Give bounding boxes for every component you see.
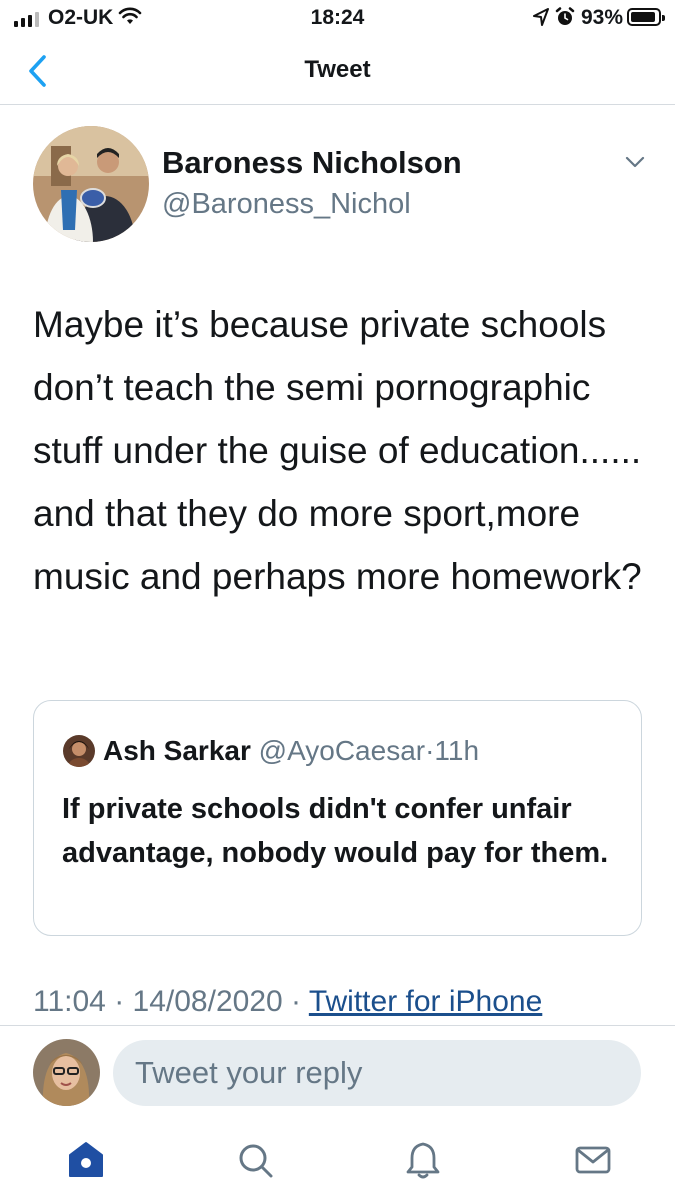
chevron-down-icon[interactable] <box>624 154 646 170</box>
battery-percent: 93% <box>581 6 624 29</box>
quoted-author-avatar <box>63 735 95 767</box>
page-title: Tweet <box>304 56 371 83</box>
reply-input[interactable] <box>113 1040 641 1106</box>
notifications-icon[interactable] <box>403 1140 443 1180</box>
tab-bar <box>0 1130 675 1200</box>
tweet-text: Maybe it’s because private schools don’t… <box>33 304 642 597</box>
messages-icon[interactable] <box>573 1140 613 1180</box>
quoted-tweet-text: If private schools didn't confer unfair … <box>62 793 609 869</box>
home-icon[interactable] <box>66 1140 106 1180</box>
quoted-tweet-age: 11h <box>434 735 480 766</box>
author-avatar[interactable] <box>33 126 149 242</box>
quoted-tweet[interactable]: Ash Sarkar @AyoCaesar·11h If private sch… <box>33 700 642 936</box>
quoted-tweet-header: Ash Sarkar @AyoCaesar·11h <box>103 735 479 767</box>
tweet-time: 11:04 <box>33 985 106 1018</box>
navigation-bar: Tweet <box>0 36 675 105</box>
status-bar: O2-UK 18:24 93% <box>0 0 675 36</box>
alarm-clock-icon <box>555 7 575 25</box>
user-avatar[interactable] <box>33 1039 100 1106</box>
battery-icon <box>627 8 665 26</box>
tweet-date: 14/08/2020 <box>132 985 283 1018</box>
search-icon[interactable] <box>235 1140 275 1180</box>
author-name[interactable]: Baroness Nicholson <box>162 145 462 181</box>
tweet-source-link[interactable]: Twitter for iPhone <box>309 985 542 1018</box>
meta-separator: · <box>291 985 302 1018</box>
meta-separator: · <box>114 985 125 1018</box>
quoted-author-handle: @AyoCaesar <box>258 735 426 766</box>
quoted-author-name: Ash Sarkar <box>103 735 251 766</box>
tweet-meta: 11:04 · 14/08/2020 · Twitter for iPhone <box>33 985 542 1019</box>
location-arrow-icon <box>533 8 549 26</box>
divider <box>0 1025 675 1026</box>
author-handle[interactable]: @Baroness_Nichol <box>162 188 411 221</box>
